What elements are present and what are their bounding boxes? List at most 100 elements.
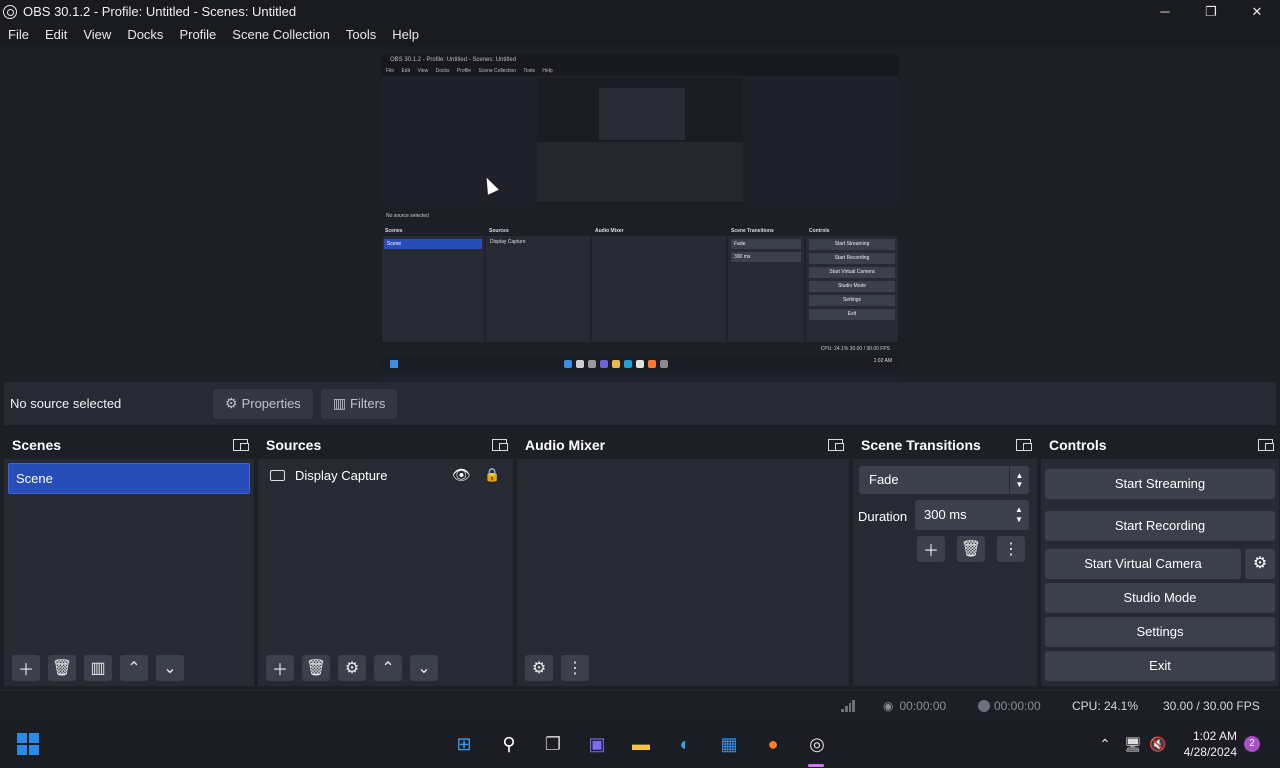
menu-scene-collection[interactable]: Scene Collection (224, 23, 338, 47)
remove-source-button[interactable]: 🗑 (302, 655, 330, 681)
transition-menu-button[interactable]: ⋮ (997, 536, 1025, 562)
microsoft-store-icon[interactable]: ▦ (717, 732, 741, 756)
add-transition-button[interactable]: ＋ (917, 536, 945, 562)
preview-mini-taskbar: 1:02 AM (382, 356, 898, 372)
audio-mixer-menu-button[interactable]: ⋮ (561, 655, 589, 681)
spinner-icon[interactable]: ▲ ▼ (1009, 500, 1029, 530)
lock-icon[interactable]: 🔒 (484, 467, 500, 483)
preview-mini-docks: Scenes Scene Sources Display Capture Aud… (382, 226, 898, 342)
maximize-button[interactable]: ❐ (1188, 0, 1234, 23)
move-scene-up-button[interactable]: ⌃ (120, 655, 148, 681)
network-icon[interactable]: 🖥 (1121, 732, 1145, 756)
preview-mini-audio: Audio Mixer (592, 226, 726, 342)
preview-mini-dock-title: Controls (806, 226, 898, 236)
scenes-dock-header: Scenes (4, 430, 254, 459)
preview-mini-control: Studio Mode (809, 281, 895, 292)
chevron-up-icon[interactable]: ⌃ (1093, 732, 1117, 756)
undock-icon[interactable] (233, 438, 249, 451)
task-view-icon[interactable]: ❐ (541, 732, 565, 756)
fps-counter: 30.00 / 30.00 FPS (1163, 699, 1260, 713)
move-source-up-button[interactable]: ⌃ (374, 655, 402, 681)
preview-mini-menu-item: Profile (456, 68, 472, 74)
add-source-button[interactable]: ＋ (266, 655, 294, 681)
remove-scene-button[interactable]: 🗑 (48, 655, 76, 681)
system-clock[interactable]: 1:02 AM 4/28/2024 (1184, 728, 1237, 760)
controls-dock-header: Controls (1041, 430, 1279, 459)
preview-canvas[interactable]: OBS 30.1.2 - Profile: Untitled - Scenes:… (382, 54, 898, 414)
windows-start-icon[interactable]: ⊞ (452, 732, 476, 756)
settings-button[interactable]: Settings (1045, 617, 1275, 647)
menu-help[interactable]: Help (384, 23, 427, 47)
record-status: 00:00:00 (978, 691, 1041, 721)
undock-icon[interactable] (1258, 438, 1274, 451)
preview-nested-window (599, 88, 685, 140)
start-virtual-camera-button[interactable]: Start Virtual Camera (1045, 549, 1241, 579)
menu-tools[interactable]: Tools (338, 23, 384, 47)
menu-docks[interactable]: Docks (119, 23, 171, 47)
notification-badge[interactable]: 2 (1244, 736, 1260, 752)
preview-mini-scene: Scene (384, 239, 482, 249)
duration-input[interactable]: 300 ms ▲ ▼ (915, 500, 1029, 530)
move-source-down-button[interactable]: ⌄ (410, 655, 438, 681)
preview-mini-menu-item: Tools (523, 68, 536, 74)
move-scene-down-button[interactable]: ⌄ (156, 655, 184, 681)
chevron-updown-icon: ▲ ▼ (1009, 466, 1029, 494)
add-scene-button[interactable]: ＋ (12, 655, 40, 681)
sources-toolbar: ＋ 🗑 ⚙ ⌃ ⌄ (258, 650, 513, 686)
scene-list-item[interactable]: Scene (8, 463, 250, 494)
source-list-item[interactable]: Display Capture 👁 🔒 (258, 459, 513, 491)
scene-filters-button[interactable]: ▥ (84, 655, 112, 681)
preview-mini-start-icon (390, 360, 398, 368)
source-name: Display Capture (295, 467, 388, 483)
scene-transitions-dock-title: Scene Transitions (861, 436, 981, 453)
exit-button[interactable]: Exit (1045, 651, 1275, 681)
broadcast-icon: ◉ (883, 699, 894, 713)
preview-mini-dock-title: Audio Mixer (592, 226, 726, 236)
undock-icon[interactable] (1016, 438, 1032, 451)
source-properties-button[interactable]: ⚙ (338, 655, 366, 681)
menu-profile[interactable]: Profile (171, 23, 224, 47)
minimize-button[interactable]: ─ (1142, 0, 1188, 23)
context-bar: No source selected ⚙ Properties ▥ Filter… (4, 382, 1276, 425)
no-source-label: No source selected (10, 396, 122, 411)
active-app-indicator (808, 764, 824, 767)
virtual-camera-settings-gear-icon[interactable]: ⚙ (1245, 549, 1275, 579)
network-signal-icon (841, 691, 855, 721)
start-recording-button[interactable]: Start Recording (1045, 511, 1275, 541)
visibility-eye-icon[interactable]: 👁 (452, 466, 471, 484)
preview-mini-sources: Sources Display Capture (486, 226, 590, 342)
properties-button[interactable]: ⚙ Properties (213, 388, 313, 419)
duration-label: Duration (858, 509, 908, 524)
edge-browser-icon[interactable]: ◐ (673, 732, 697, 756)
remove-transition-button[interactable]: 🗑 (957, 536, 985, 562)
menu-view[interactable]: View (75, 23, 119, 47)
preview-mini-menu-item: Docks (435, 68, 450, 74)
transition-select[interactable]: Fade ▲ ▼ (859, 466, 1029, 494)
menu-file[interactable]: File (0, 23, 37, 47)
stream-time: 00:00:00 (899, 699, 947, 713)
preview-mini-transitions: Scene Transitions Fade 300 ms (728, 226, 804, 342)
preview-mini-menu-item: Scene Collection (478, 68, 517, 74)
preview-mini-control: Start Recording (809, 253, 895, 264)
menu-edit[interactable]: Edit (37, 23, 75, 47)
firefox-icon[interactable]: ● (761, 732, 785, 756)
preview-recursive-capture (537, 78, 743, 206)
teams-chat-icon[interactable]: ▣ (585, 732, 609, 756)
volume-muted-icon[interactable]: 🔇 (1146, 732, 1170, 756)
close-button[interactable]: ✕ (1234, 0, 1280, 23)
preview-mini-dock-title: Sources (486, 226, 590, 236)
undock-icon[interactable] (492, 438, 508, 451)
preview-area[interactable]: OBS 30.1.2 - Profile: Untitled - Scenes:… (0, 47, 1280, 414)
start-streaming-button[interactable]: Start Streaming (1045, 469, 1275, 499)
file-explorer-icon[interactable]: ▬ (629, 732, 653, 756)
record-dot-icon (978, 700, 990, 712)
advanced-audio-properties-button[interactable]: ⚙ (525, 655, 553, 681)
undock-icon[interactable] (828, 438, 844, 451)
preview-mini-status: CPU: 24.1% 30.00 / 30.00 FPS (382, 342, 898, 356)
preview-mini-controls: Controls Start Streaming Start Recording… (806, 226, 898, 342)
search-icon[interactable]: ⚲ (497, 732, 521, 756)
filters-button[interactable]: ▥ Filters (320, 388, 398, 419)
widgets-icon[interactable] (17, 733, 39, 755)
obs-taskbar-icon[interactable]: ◎ (805, 732, 829, 756)
studio-mode-button[interactable]: Studio Mode (1045, 583, 1275, 613)
